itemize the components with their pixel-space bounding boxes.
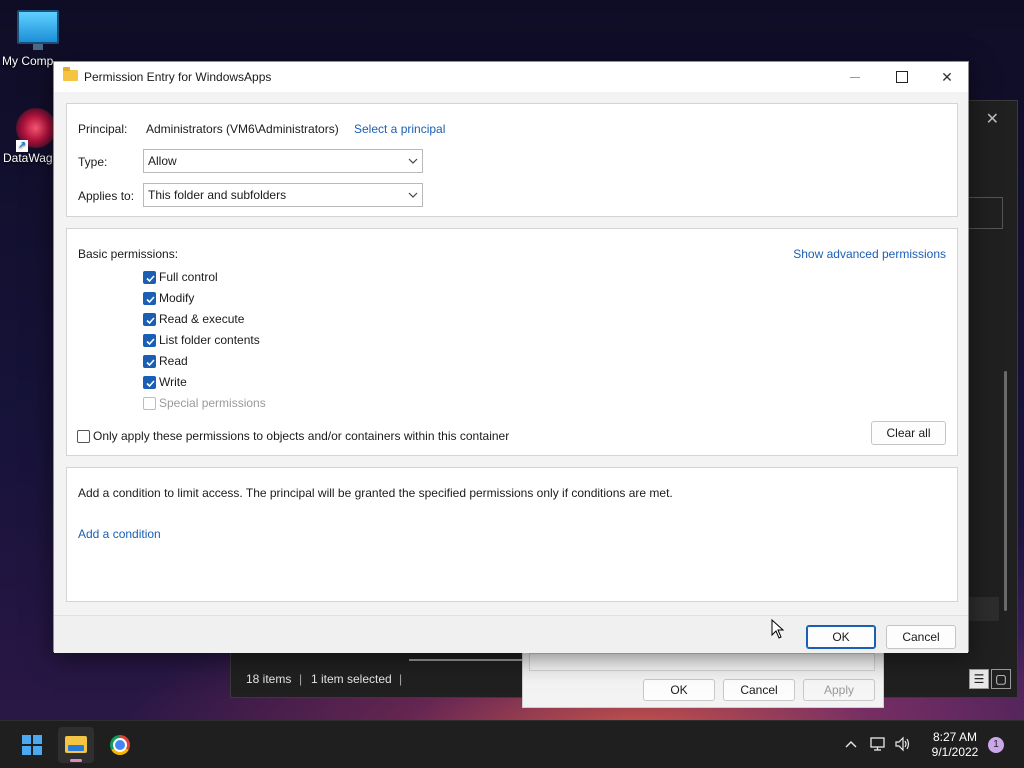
permission-label: Write [159,375,187,389]
explorer-search-field[interactable] [967,197,1003,229]
chevron-up-icon[interactable] [844,736,858,752]
type-dropdown-value: Allow [148,154,177,168]
add-condition-link[interactable]: Add a condition [78,527,161,541]
checkbox[interactable] [143,355,156,368]
permission-label: Modify [159,291,195,305]
permission-label: Full control [159,270,218,284]
permission-label: Special permissions [159,396,266,410]
chevron-down-icon [408,158,418,164]
cancel-button[interactable]: Cancel [886,625,956,649]
checkbox[interactable] [143,271,156,284]
status-selected-count: 1 item selected [311,672,392,686]
explorer-panel-block [969,597,999,621]
mouse-cursor-icon [771,619,785,639]
type-dropdown[interactable]: Allow [143,149,423,173]
maximize-button[interactable] [878,62,924,92]
start-button[interactable] [14,727,50,763]
taskbar: 8:27 AM 9/1/2022 1 [0,720,1024,768]
checkmark-icon [146,275,155,283]
clear-all-button[interactable]: Clear all [871,421,946,445]
windows-logo-icon [22,735,42,755]
principal-label: Principal: [78,122,128,136]
shortcut-arrow-icon: ↗ [16,140,28,152]
checkmark-icon [146,338,155,346]
permission-label: List folder contents [159,333,260,347]
type-label: Type: [78,155,108,169]
close-icon[interactable]: ✕ [986,109,999,129]
permissions-panel: Basic permissions: Show advanced permiss… [66,228,958,456]
permission-label: Read & execute [159,312,245,326]
status-separator: | [399,672,403,686]
checkmark-icon [146,380,155,388]
checkbox[interactable] [143,292,156,305]
monitor-icon [17,10,59,50]
close-button[interactable]: ✕ [924,62,970,92]
status-item-count: 18 items [246,672,292,686]
minimize-button[interactable] [832,62,878,92]
chrome-icon [110,735,130,755]
volume-icon[interactable] [894,736,912,755]
close-icon: ✕ [941,69,953,85]
clock-time: 8:27 AM [932,730,978,744]
show-advanced-permissions-link[interactable]: Show advanced permissions [793,247,946,261]
properties-apply-button[interactable]: Apply [803,679,875,701]
clock-date: 9/1/2022 [931,745,979,759]
checkbox[interactable] [77,430,90,443]
scrollbar[interactable] [1004,371,1007,611]
applies-to-label: Applies to: [78,189,135,203]
dialog-title: Permission Entry for WindowsApps [84,70,272,84]
folder-icon [63,67,78,81]
checkbox[interactable] [143,313,156,326]
active-indicator [70,759,82,762]
taskbar-file-explorer[interactable] [58,727,94,763]
checkmark-icon [146,296,155,304]
dialog-footer: OK Cancel [54,615,968,653]
large-icons-view-button[interactable]: ▢ [991,669,1011,689]
applies-to-dropdown[interactable]: This folder and subfolders [143,183,423,207]
details-view-button[interactable]: ☰ [969,669,989,689]
notification-badge[interactable]: 1 [988,737,1004,753]
status-separator: | [299,672,303,686]
applies-to-dropdown-value: This folder and subfolders [148,188,287,202]
taskbar-clock[interactable]: 8:27 AM 9/1/2022 [925,730,985,760]
properties-cancel-button[interactable]: Cancel [723,679,795,701]
condition-panel: Add a condition to limit access. The pri… [66,467,958,602]
checkmark-icon [146,317,155,325]
desktop-icon-my-computer[interactable]: My Comp [2,10,74,68]
ok-button[interactable]: OK [806,625,876,649]
dialog-titlebar[interactable]: Permission Entry for WindowsApps ✕ [54,62,968,92]
datawago-app-icon: ↗ [16,108,56,152]
chevron-down-icon [408,192,418,198]
permission-label: Read [159,354,188,368]
condition-description: Add a condition to limit access. The pri… [78,486,673,500]
network-icon[interactable] [869,736,887,755]
checkmark-icon [146,359,155,367]
select-principal-link[interactable]: Select a principal [354,122,445,136]
properties-dialog: OK Cancel Apply [522,650,884,708]
properties-field [529,653,875,671]
checkbox [143,397,156,410]
properties-ok-button[interactable]: OK [643,679,715,701]
taskbar-chrome[interactable] [102,727,138,763]
checkbox[interactable] [143,376,156,389]
principal-panel: Principal: Administrators (VM6\Administr… [66,103,958,217]
principal-value: Administrators (VM6\Administrators) [146,122,339,136]
checkbox[interactable] [143,334,156,347]
basic-permissions-label: Basic permissions: [78,247,179,261]
only-apply-label: Only apply these permissions to objects … [93,429,510,443]
file-explorer-icon [65,736,87,753]
permission-entry-dialog: Permission Entry for WindowsApps ✕ Princ… [53,61,969,653]
